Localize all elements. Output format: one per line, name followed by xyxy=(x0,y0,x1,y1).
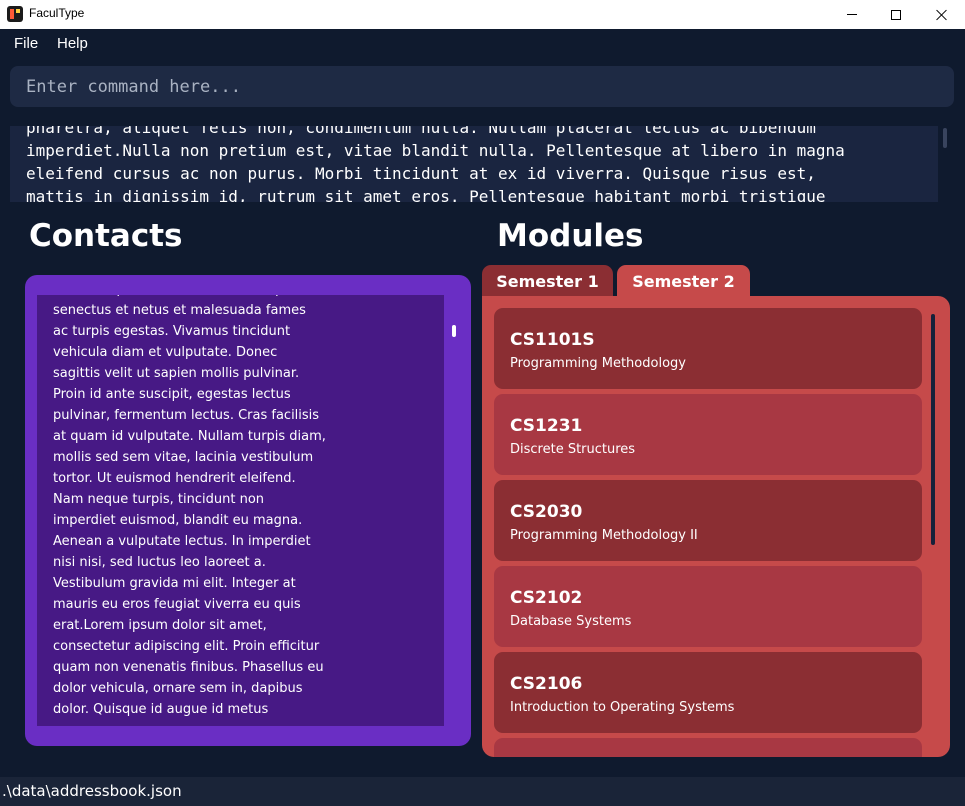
maximize-icon xyxy=(891,9,901,20)
minimize-button[interactable] xyxy=(829,0,875,29)
module-code: CS1101S xyxy=(510,330,595,350)
title-bar: FaculType xyxy=(0,0,965,29)
result-text: pharetra, aliquet felis non, condimentum… xyxy=(26,126,845,202)
close-icon xyxy=(936,9,948,21)
module-card-partial[interactable] xyxy=(494,738,922,757)
module-name: Introduction to Operating Systems xyxy=(510,700,735,715)
contacts-panel: Pellentesque habitant morbi tristique se… xyxy=(25,275,471,746)
command-input[interactable] xyxy=(10,66,954,107)
module-card[interactable]: CS1231 Discrete Structures xyxy=(494,394,922,475)
module-card[interactable]: CS2106 Introduction to Operating Systems xyxy=(494,652,922,733)
tab-semester-2[interactable]: Semester 2 xyxy=(617,265,750,298)
menu-file[interactable]: File xyxy=(14,35,38,52)
module-name: Programming Methodology II xyxy=(510,528,698,543)
minimize-icon xyxy=(847,14,857,15)
result-display[interactable]: pharetra, aliquet felis non, condimentum… xyxy=(10,126,938,202)
command-box xyxy=(10,66,954,107)
save-location: .\data\addressbook.json xyxy=(2,782,182,800)
contact-card[interactable]: Pellentesque habitant morbi tristique se… xyxy=(37,295,444,726)
module-card[interactable]: CS1101S Programming Methodology xyxy=(494,308,922,389)
module-code: CS2102 xyxy=(510,588,583,608)
menu-bar: File Help xyxy=(0,29,965,59)
close-button[interactable] xyxy=(919,0,965,29)
app-logo-icon xyxy=(7,6,23,22)
module-code: CS2106 xyxy=(510,674,583,694)
window-title: FaculType xyxy=(29,6,85,20)
module-code: CS2030 xyxy=(510,502,583,522)
module-card[interactable]: CS2030 Programming Methodology II xyxy=(494,480,922,561)
modules-panel: CS1101S Programming Methodology CS1231 D… xyxy=(482,296,950,757)
contacts-scrollbar[interactable] xyxy=(452,325,456,337)
result-scrollbar[interactable] xyxy=(943,128,947,148)
tab-semester-1[interactable]: Semester 1 xyxy=(482,265,613,298)
module-name: Discrete Structures xyxy=(510,442,636,457)
module-name: Programming Methodology xyxy=(510,356,686,371)
status-bar: .\data\addressbook.json xyxy=(0,777,965,806)
module-name: Database Systems xyxy=(510,614,632,629)
modules-heading: Modules xyxy=(497,218,644,254)
contacts-heading: Contacts xyxy=(29,218,183,254)
contact-text: Pellentesque habitant morbi tristique se… xyxy=(53,295,326,717)
maximize-button[interactable] xyxy=(873,0,919,29)
menu-help[interactable]: Help xyxy=(57,35,88,52)
module-code: CS1231 xyxy=(510,416,583,436)
module-card[interactable]: CS2102 Database Systems xyxy=(494,566,922,647)
modules-scrollbar[interactable] xyxy=(931,314,935,545)
